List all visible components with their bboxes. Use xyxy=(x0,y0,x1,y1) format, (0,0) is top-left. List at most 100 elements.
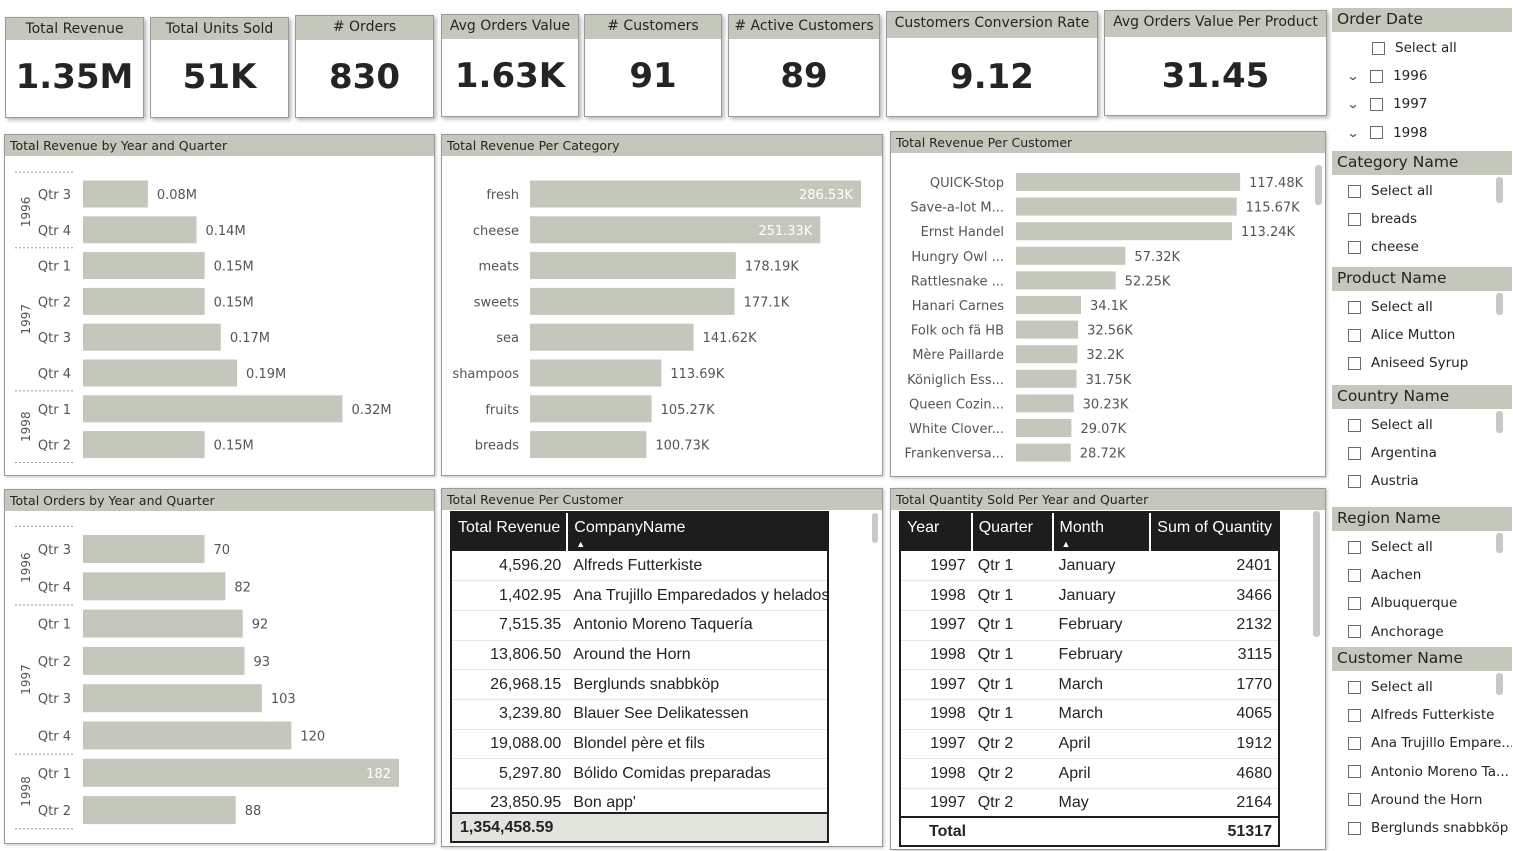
table-row[interactable]: 1997 Qtr 2 April 1912 xyxy=(901,729,1278,760)
bar[interactable] xyxy=(1016,173,1241,191)
revenue-per-category-chart[interactable]: Total Revenue Per Category fresh 286.53K c… xyxy=(441,134,883,476)
checkbox[interactable] xyxy=(1348,625,1361,639)
kpi-orders[interactable]: # Orders 830 xyxy=(295,15,434,118)
checkbox[interactable] xyxy=(1348,680,1361,694)
orders-by-year-quarter-chart[interactable]: Total Orders by Year and Quarter Qtr 3 70… xyxy=(4,489,435,844)
column-header-sum-of-quantity[interactable]: Sum of Quantity xyxy=(1150,513,1278,551)
table-row[interactable]: 1998 Qtr 2 April 4680 xyxy=(901,758,1278,789)
bar[interactable] xyxy=(1016,369,1077,388)
table-row[interactable]: 1997 Qtr 1 March 1770 xyxy=(901,669,1278,700)
bar[interactable] xyxy=(83,180,148,208)
slicer-item[interactable]: Select all xyxy=(1332,293,1512,321)
slicer-order-date[interactable]: Order Date Select all ⌄ 1996 ⌄ 1997 ⌄ 1998 xyxy=(1332,8,1512,148)
revenue-per-customer-table-panel[interactable]: Total Revenue Per Customer Total Revenue… xyxy=(441,488,883,847)
table-row[interactable]: 19,088.00 Blondel père et fils xyxy=(452,729,827,760)
column-header-month[interactable]: Month ▲ xyxy=(1052,513,1152,551)
checkbox[interactable] xyxy=(1348,793,1361,807)
checkbox[interactable] xyxy=(1348,596,1361,610)
revenue-by-year-quarter-chart[interactable]: Total Revenue by Year and Quarter Qtr 3 0… xyxy=(4,134,435,476)
slicer-item[interactable]: Austria xyxy=(1332,467,1512,495)
slicer-item[interactable]: Argentina xyxy=(1332,439,1512,467)
slicer-scrollbar[interactable] xyxy=(1496,533,1503,553)
bar[interactable] xyxy=(83,758,399,787)
table-row[interactable]: 7,515.35 Antonio Moreno Taquería xyxy=(452,610,827,641)
slicer-item[interactable]: ⌄ 1997 xyxy=(1332,90,1512,118)
bar[interactable] xyxy=(1016,222,1233,241)
bar[interactable] xyxy=(83,431,205,459)
bar[interactable] xyxy=(83,609,243,638)
checkbox[interactable] xyxy=(1348,765,1361,779)
table-row[interactable]: 1,402.95 Ana Trujillo Emparedados y helad… xyxy=(452,580,827,611)
slicer-scrollbar[interactable] xyxy=(1496,177,1503,203)
chevron-down-icon[interactable]: ⌄ xyxy=(1346,97,1359,111)
checkbox[interactable] xyxy=(1348,708,1361,722)
slicer-item[interactable]: Around the Horn xyxy=(1332,786,1512,814)
table-scrollbar[interactable] xyxy=(1313,511,1320,637)
slicer-scrollbar[interactable] xyxy=(1496,411,1503,433)
table-row[interactable]: 1998 Qtr 1 March 4065 xyxy=(901,699,1278,730)
bar[interactable] xyxy=(83,252,205,280)
slicer-item[interactable]: Aniseed Syrup xyxy=(1332,349,1512,377)
checkbox[interactable] xyxy=(1348,300,1361,314)
checkbox[interactable] xyxy=(1348,356,1361,370)
column-header-year[interactable]: Year xyxy=(901,513,973,551)
bar[interactable] xyxy=(1016,271,1116,290)
bar[interactable] xyxy=(83,646,245,675)
checkbox[interactable] xyxy=(1348,474,1361,488)
slicer-product-name[interactable]: Product Name Select all Alice Mutton Anise… xyxy=(1332,267,1512,379)
table-row[interactable]: 1997 Qtr 1 February 2132 xyxy=(901,610,1278,641)
checkbox[interactable] xyxy=(1348,446,1361,460)
checkbox[interactable] xyxy=(1348,540,1361,554)
slicer-item[interactable]: Albuquerque xyxy=(1332,589,1512,617)
table-row[interactable]: 3,239.80 Blauer See Delikatessen xyxy=(452,699,827,730)
table-row[interactable]: 4,596.20 Alfreds Futterkiste xyxy=(452,551,827,582)
table-scrollbar[interactable] xyxy=(872,513,878,543)
bar[interactable] xyxy=(83,684,262,713)
kpi-total-revenue[interactable]: Total Revenue 1.35M xyxy=(5,17,144,118)
slicer-item[interactable]: Select all xyxy=(1332,411,1512,439)
table-row[interactable]: 13,806.50 Around the Horn xyxy=(452,640,827,671)
slicer-region-name[interactable]: Region Name Select all Aachen Albuquerque A… xyxy=(1332,507,1512,647)
slicer-country-name[interactable]: Country Name Select all Argentina Austria xyxy=(1332,385,1512,497)
bar[interactable] xyxy=(83,287,205,315)
checkbox[interactable] xyxy=(1372,41,1385,55)
slicer-scrollbar[interactable] xyxy=(1496,293,1503,315)
bar[interactable] xyxy=(530,252,736,280)
table-row[interactable]: 26,968.15 Berglunds snabbköp xyxy=(452,669,827,700)
slicer-item[interactable]: ⌄ 1996 xyxy=(1332,62,1512,90)
table-row[interactable]: 1998 Qtr 1 February 3115 xyxy=(901,640,1278,671)
column-header-total-revenue[interactable]: Total Revenue xyxy=(452,513,569,551)
bar[interactable] xyxy=(1016,394,1074,413)
table-row[interactable]: 1997 Qtr 2 May 2164 xyxy=(901,788,1278,819)
bar[interactable] xyxy=(83,323,221,351)
bar[interactable] xyxy=(1016,246,1126,265)
checkbox[interactable] xyxy=(1370,97,1384,111)
slicer-category-name[interactable]: Category Name Select all breads cheese xyxy=(1332,151,1512,263)
bar[interactable] xyxy=(83,572,226,601)
slicer-item[interactable]: Select all xyxy=(1332,34,1512,62)
kpi-customers[interactable]: # Customers 91 xyxy=(584,14,722,117)
bar[interactable] xyxy=(530,323,694,351)
bar[interactable] xyxy=(83,395,343,423)
bar[interactable] xyxy=(530,359,662,387)
slicer-item[interactable]: Ana Trujillo Empare... xyxy=(1332,729,1512,757)
column-header-companyname[interactable]: CompanyName ▲ xyxy=(567,513,827,551)
checkbox[interactable] xyxy=(1348,328,1361,342)
kpi-active-customers[interactable]: # Active Customers 89 xyxy=(728,14,880,117)
slicer-item[interactable]: cheese xyxy=(1332,233,1512,261)
checkbox[interactable] xyxy=(1348,418,1361,432)
checkbox[interactable] xyxy=(1348,184,1361,198)
bar[interactable] xyxy=(530,287,735,315)
checkbox[interactable] xyxy=(1348,821,1361,835)
table-row[interactable]: 1997 Qtr 1 January 2401 xyxy=(901,551,1278,582)
slicer-item[interactable]: Alfreds Futterkiste xyxy=(1332,701,1512,729)
slicer-item[interactable]: Alice Mutton xyxy=(1332,321,1512,349)
chart-scrollbar[interactable] xyxy=(1315,165,1322,205)
chevron-down-icon[interactable]: ⌄ xyxy=(1346,126,1359,140)
slicer-item[interactable]: Berglunds snabbköp xyxy=(1332,814,1512,842)
checkbox[interactable] xyxy=(1370,126,1384,140)
kpi-customers-conversion-rate[interactable]: Customers Conversion Rate 9.12 xyxy=(886,11,1098,117)
kpi-avg-orders-value-per-product[interactable]: Avg Orders Value Per Product 31.45 xyxy=(1104,10,1327,116)
bar[interactable] xyxy=(83,796,236,825)
slicer-customer-name[interactable]: Customer Name Select all Alfreds Futterki… xyxy=(1332,647,1512,847)
